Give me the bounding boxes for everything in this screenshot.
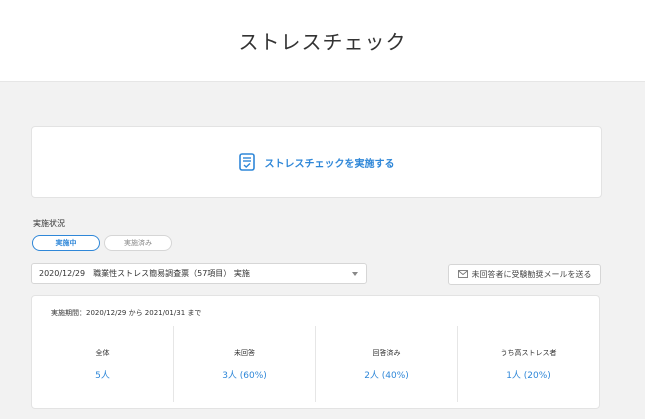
stat-value[interactable]: 3人 (60%): [222, 368, 267, 381]
stat-value[interactable]: 2人 (40%): [364, 368, 409, 381]
stat-high-stress: うち高ストレス者 1人 (20%): [457, 326, 599, 402]
chevron-down-icon: [352, 272, 358, 276]
stat-answered: 回答済み 2人 (40%): [315, 326, 457, 402]
page-header: ストレスチェック: [0, 0, 645, 82]
start-stress-check-button[interactable]: ストレスチェックを実施する: [31, 126, 602, 198]
stat-total: 全体 5人: [32, 326, 173, 402]
start-stress-check-label: ストレスチェックを実施する: [264, 158, 395, 170]
send-reminder-mail-button[interactable]: 未回答者に受験勧奨メールを送る: [448, 264, 601, 285]
stats-row: 全体 5人 未回答 3人 (60%) 回答済み 2人 (40%) うち高ストレス…: [32, 326, 599, 402]
mail-icon: [457, 269, 468, 280]
tab-completed[interactable]: 実施済み: [104, 235, 172, 251]
page-title: ストレスチェック: [238, 30, 407, 54]
stat-label: うち高ストレス者: [500, 348, 557, 357]
send-reminder-mail-label: 未回答者に受験勧奨メールを送る: [471, 270, 592, 279]
stat-unanswered: 未回答 3人 (60%): [173, 326, 315, 402]
tab-in-progress[interactable]: 実施中: [32, 235, 100, 251]
stat-label: 未回答: [234, 348, 255, 357]
stat-label: 全体: [95, 348, 110, 357]
clipboard-check-icon: [238, 153, 255, 171]
check-select-dropdown[interactable]: 2020/12/29 職業性ストレス簡易調査票（57項目） 実施: [31, 263, 367, 284]
implementation-period: 実施期間：2020/12/29 から 2021/01/31 まで: [51, 309, 202, 317]
stat-value[interactable]: 1人 (20%): [506, 368, 551, 381]
status-tabs: 実施中 実施済み: [32, 235, 172, 251]
stat-label: 回答済み: [372, 348, 401, 357]
stat-value[interactable]: 5人: [95, 368, 110, 381]
status-section-label: 実施状況: [33, 219, 65, 228]
summary-card: 実施期間：2020/12/29 から 2021/01/31 まで 全体 5人 未…: [31, 295, 600, 409]
check-select-value: 2020/12/29 職業性ストレス簡易調査票（57項目） 実施: [39, 269, 250, 278]
